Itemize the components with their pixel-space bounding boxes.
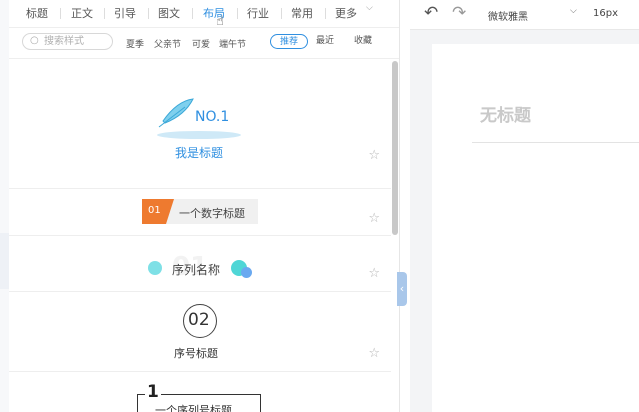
tab-divider	[325, 8, 326, 19]
tab-divider	[237, 8, 238, 19]
star-icon[interactable]: ☆	[368, 211, 380, 226]
chevron-down-icon[interactable]: ⌵	[570, 6, 577, 16]
badge-no1: NO.1	[195, 109, 230, 125]
search-input[interactable]	[44, 35, 110, 48]
template-title: 一个数字标题	[179, 207, 245, 220]
scrollbar[interactable]	[391, 59, 399, 412]
filter-bar: ○ 夏季 父亲节 可爱 端午节 推荐 最近 收藏	[9, 28, 399, 59]
template-title: 我是标题	[175, 146, 224, 160]
tab-divider	[60, 8, 61, 19]
sort-favorites[interactable]: 收藏	[348, 34, 378, 49]
document-page[interactable]: 无标题	[432, 44, 639, 412]
sort-recent[interactable]: 最近	[311, 34, 339, 49]
collapse-panel-button[interactable]: ‹	[397, 272, 407, 306]
template-title: 序号标题	[174, 347, 218, 360]
tab-common[interactable]: 常用	[291, 5, 313, 21]
tab-industry[interactable]: 行业	[247, 5, 269, 21]
badge-tail	[166, 199, 174, 224]
tag-fathers-day[interactable]: 父亲节	[154, 37, 181, 50]
template-card-serial-title[interactable]: 02 序号标题 ☆	[9, 292, 391, 372]
template-card-sequence-number[interactable]: 1 一个序列号标题	[9, 372, 391, 412]
tab-divider	[148, 8, 149, 19]
template-list: NO.1 我是标题 ☆ 01 一个数字标题 ☆ 01 序列名称 ☆ 02 序号标…	[9, 59, 391, 412]
search-box[interactable]: ○	[22, 33, 113, 50]
left-dot	[148, 261, 162, 275]
font-family-select[interactable]: 微软雅黑	[488, 8, 528, 23]
tab-title[interactable]: 标题	[26, 5, 48, 21]
redo-icon[interactable]: ↷	[452, 3, 466, 23]
editor-toolbar: ↶ ↷ 微软雅黑 ⌵ 16px	[410, 0, 639, 30]
category-tabs: 标题 正文 引导 图文 布局 行业 常用 更多 ⌵ ☝	[9, 0, 399, 29]
sort-recommended[interactable]: 推荐	[270, 34, 308, 49]
hand-cursor-icon: ☝	[216, 14, 224, 29]
document-title[interactable]: 无标题	[480, 101, 531, 126]
tab-image-text[interactable]: 图文	[158, 5, 180, 21]
editor-area: ↶ ↷ 微软雅黑 ⌵ 16px 无标题	[410, 0, 639, 412]
template-card-sequence-name[interactable]: 01 序列名称 ☆	[9, 236, 391, 292]
template-title: 一个序列号标题	[155, 404, 232, 412]
tab-more[interactable]: 更多	[335, 5, 357, 21]
gutter-highlight	[0, 233, 9, 289]
star-icon[interactable]: ☆	[368, 148, 380, 163]
right-dot-small	[241, 267, 252, 278]
tab-guide[interactable]: 引导	[114, 5, 136, 21]
star-icon[interactable]: ☆	[368, 346, 380, 361]
tag-cute[interactable]: 可爱	[192, 37, 210, 50]
style-panel: 标题 正文 引导 图文 布局 行业 常用 更多 ⌵ ☝ ○ 夏季 父亲节 可爱 …	[9, 0, 400, 412]
left-gutter	[0, 0, 9, 412]
number-text: 02	[188, 310, 210, 330]
search-icon: ○	[30, 35, 39, 46]
title-divider	[472, 142, 639, 143]
template-card-no1[interactable]: NO.1 我是标题 ☆	[9, 59, 391, 189]
font-size-select[interactable]: 16px	[593, 8, 618, 19]
tab-body[interactable]: 正文	[71, 5, 93, 21]
tag-dragon-boat[interactable]: 端午节	[219, 37, 246, 50]
tab-divider	[104, 8, 105, 19]
tag-summer[interactable]: 夏季	[126, 37, 144, 50]
chevron-down-icon[interactable]: ⌵	[366, 3, 373, 13]
template-title: 序列名称	[172, 263, 221, 277]
undo-icon[interactable]: ↶	[424, 3, 438, 23]
template-card-number-title[interactable]: 01 一个数字标题 ☆	[9, 189, 391, 236]
chevron-left-icon: ‹	[399, 282, 405, 295]
tab-divider	[192, 8, 193, 19]
number-text: 1	[145, 382, 161, 402]
tab-divider	[281, 8, 282, 19]
number-text: 01	[148, 205, 161, 216]
scrollbar-thumb[interactable]	[392, 61, 398, 235]
star-icon[interactable]: ☆	[368, 266, 380, 281]
